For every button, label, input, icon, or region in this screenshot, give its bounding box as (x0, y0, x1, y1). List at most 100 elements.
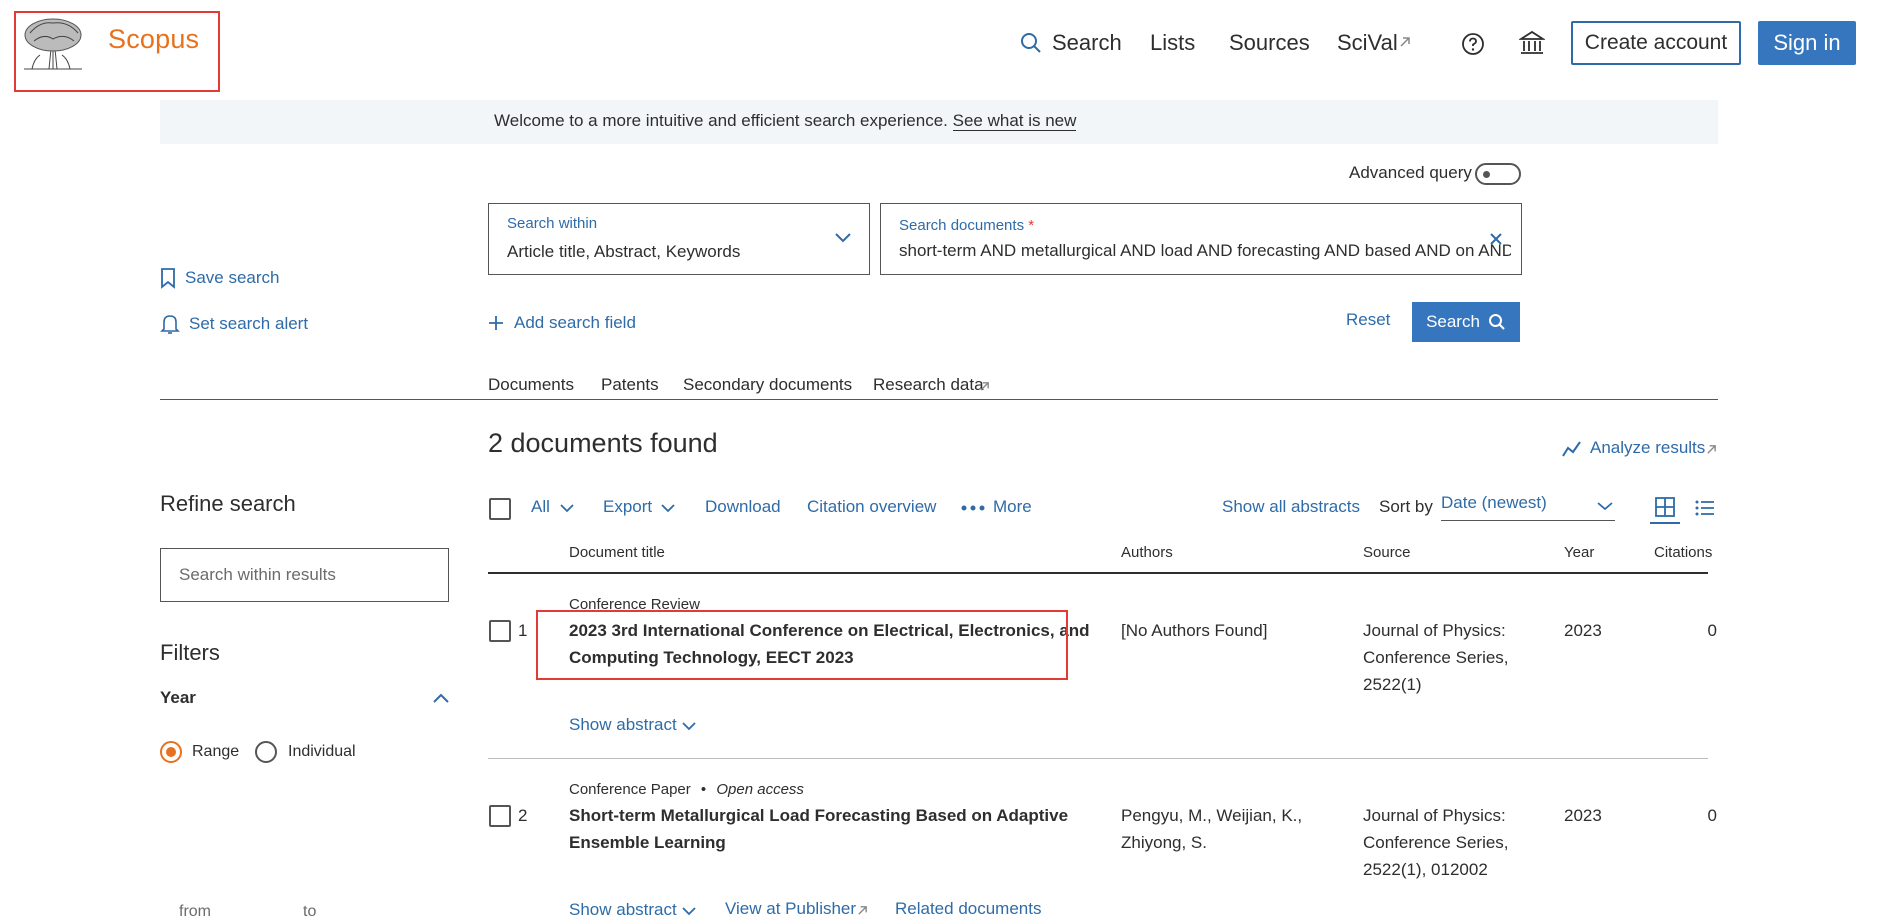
select-all-checkbox[interactable] (489, 498, 511, 520)
individual-radio[interactable] (255, 741, 277, 763)
citation-overview-button[interactable]: Citation overview (807, 497, 936, 517)
authors-line: Pengyu, M., Weijian, K., (1121, 806, 1303, 825)
view-at-publisher-link[interactable]: View at Publisher (725, 899, 856, 919)
scopus-logo[interactable]: Scopus (108, 24, 199, 55)
nav-lists[interactable]: Lists (1150, 30, 1195, 56)
nav-scival[interactable]: SciVal (1337, 30, 1398, 56)
more-dots-icon (961, 505, 985, 511)
year-filter-heading: Year (160, 688, 196, 707)
create-account-button[interactable]: Create account (1571, 21, 1741, 65)
column-source[interactable]: Source (1363, 544, 1411, 561)
show-abstract-button[interactable]: Show abstract (569, 715, 677, 735)
external-link-icon (857, 905, 868, 916)
required-mark: * (1028, 217, 1035, 234)
export-dropdown[interactable]: Export (603, 497, 652, 517)
clear-icon[interactable] (1489, 232, 1503, 246)
range-radio[interactable] (160, 741, 182, 763)
table-header-divider (488, 572, 1708, 574)
banner-message: Welcome to a more intuitive and efficien… (494, 111, 1077, 131)
citations-cell[interactable]: 0 (1700, 617, 1717, 644)
analyze-results-link[interactable]: Analyze results (1590, 438, 1705, 458)
toggle-knob (1483, 171, 1490, 178)
save-search-link[interactable]: Save search (185, 268, 280, 288)
column-document-title[interactable]: Document title (569, 544, 665, 561)
chevron-down-icon (682, 906, 696, 916)
advanced-query-toggle[interactable] (1475, 163, 1521, 185)
source-line: Conference Series, (1363, 648, 1509, 667)
authors-cell: [No Authors Found] (1121, 621, 1268, 640)
help-icon[interactable] (1461, 32, 1485, 56)
year-to-label: to (303, 903, 317, 920)
source-line: Journal of Physics: (1363, 621, 1506, 640)
analyze-chart-icon (1562, 440, 1582, 458)
grid-view-icon[interactable] (1650, 494, 1680, 524)
see-what-is-new-link[interactable]: See what is new (952, 111, 1077, 131)
chevron-down-icon (661, 503, 675, 513)
search-documents-label: Search documents * (899, 217, 1034, 234)
sort-select[interactable]: Date (newest) (1441, 493, 1615, 521)
row-checkbox[interactable] (489, 620, 511, 642)
bookmark-icon (160, 267, 176, 289)
column-year[interactable]: Year (1564, 544, 1594, 561)
download-button[interactable]: Download (705, 497, 781, 517)
set-search-alert-link[interactable]: Set search alert (189, 314, 308, 334)
tab-documents[interactable]: Documents (488, 375, 574, 395)
search-within-value: Article title, Abstract, Keywords (507, 242, 741, 261)
chevron-down-icon (834, 232, 852, 244)
source-line: Conference Series, (1363, 833, 1509, 852)
column-authors[interactable]: Authors (1121, 544, 1173, 561)
search-within-label: Search within (507, 215, 598, 232)
related-documents-link[interactable]: Related documents (895, 899, 1041, 919)
nav-sources[interactable]: Sources (1229, 30, 1310, 56)
row-divider (488, 758, 1708, 759)
source-line: Journal of Physics: (1363, 806, 1506, 825)
chevron-down-icon (682, 721, 696, 731)
advanced-query-label: Advanced query (1349, 163, 1472, 182)
show-all-abstracts-button[interactable]: Show all abstracts (1222, 497, 1360, 517)
refine-search-heading: Refine search (160, 491, 296, 516)
plus-icon (488, 315, 504, 331)
search-documents-field[interactable]: Search documents * short-term AND metall… (880, 203, 1522, 275)
source-cell[interactable]: Journal of Physics: Conference Series, 2… (1363, 802, 1509, 883)
chevron-down-icon (560, 503, 574, 513)
external-link-icon (1399, 36, 1411, 48)
citations-cell[interactable]: 0 (1700, 802, 1717, 829)
search-within-results-input[interactable]: Search within results (160, 548, 449, 602)
authors-cell[interactable]: Pengyu, M., Weijian, K., Zhiyong, S. (1121, 802, 1302, 856)
filters-heading: Filters (160, 640, 220, 665)
search-icon[interactable] (1020, 32, 1042, 54)
nav-search[interactable]: Search (1052, 30, 1122, 56)
add-search-field-button[interactable]: Add search field (514, 313, 636, 333)
sort-value: Date (newest) (1441, 493, 1547, 512)
tab-research-data[interactable]: Research data (873, 375, 984, 395)
search-submit-button[interactable]: Search (1412, 302, 1520, 342)
search-documents-label-text: Search documents (899, 217, 1025, 234)
separator-dot: • (700, 781, 707, 798)
document-title-link[interactable]: Short-term Metallurgical Load Forecastin… (569, 802, 1068, 856)
source-line: 2522(1), 012002 (1363, 860, 1488, 879)
year-cell: 2023 (1564, 621, 1602, 640)
search-submit-label: Search (1426, 312, 1480, 331)
more-dropdown[interactable]: More (993, 497, 1032, 517)
search-within-select[interactable]: Search within Article title, Abstract, K… (488, 203, 870, 275)
show-abstract-button[interactable]: Show abstract (569, 900, 677, 920)
bell-icon (160, 313, 180, 335)
tab-secondary-documents[interactable]: Secondary documents (683, 375, 852, 395)
tab-patents[interactable]: Patents (601, 375, 659, 395)
external-link-icon (1706, 444, 1717, 455)
search-documents-input[interactable]: short-term AND metallurgical AND load AN… (899, 241, 1511, 261)
range-label: Range (192, 743, 240, 760)
tabs-divider (160, 399, 1718, 400)
select-all-dropdown[interactable]: All (531, 497, 550, 517)
chevron-up-icon[interactable] (432, 692, 450, 704)
results-count: 2 documents found (488, 428, 718, 458)
sign-in-button[interactable]: Sign in (1758, 21, 1856, 65)
institution-icon[interactable] (1519, 30, 1545, 56)
document-type: Conference Paper • Open access (569, 781, 804, 798)
list-view-icon[interactable] (1695, 499, 1715, 517)
year-from-label: from (179, 903, 211, 920)
column-citations[interactable]: Citations (1654, 544, 1712, 561)
row-checkbox[interactable] (489, 805, 511, 827)
reset-button[interactable]: Reset (1346, 310, 1390, 330)
source-cell[interactable]: Journal of Physics: Conference Series, 2… (1363, 617, 1509, 698)
